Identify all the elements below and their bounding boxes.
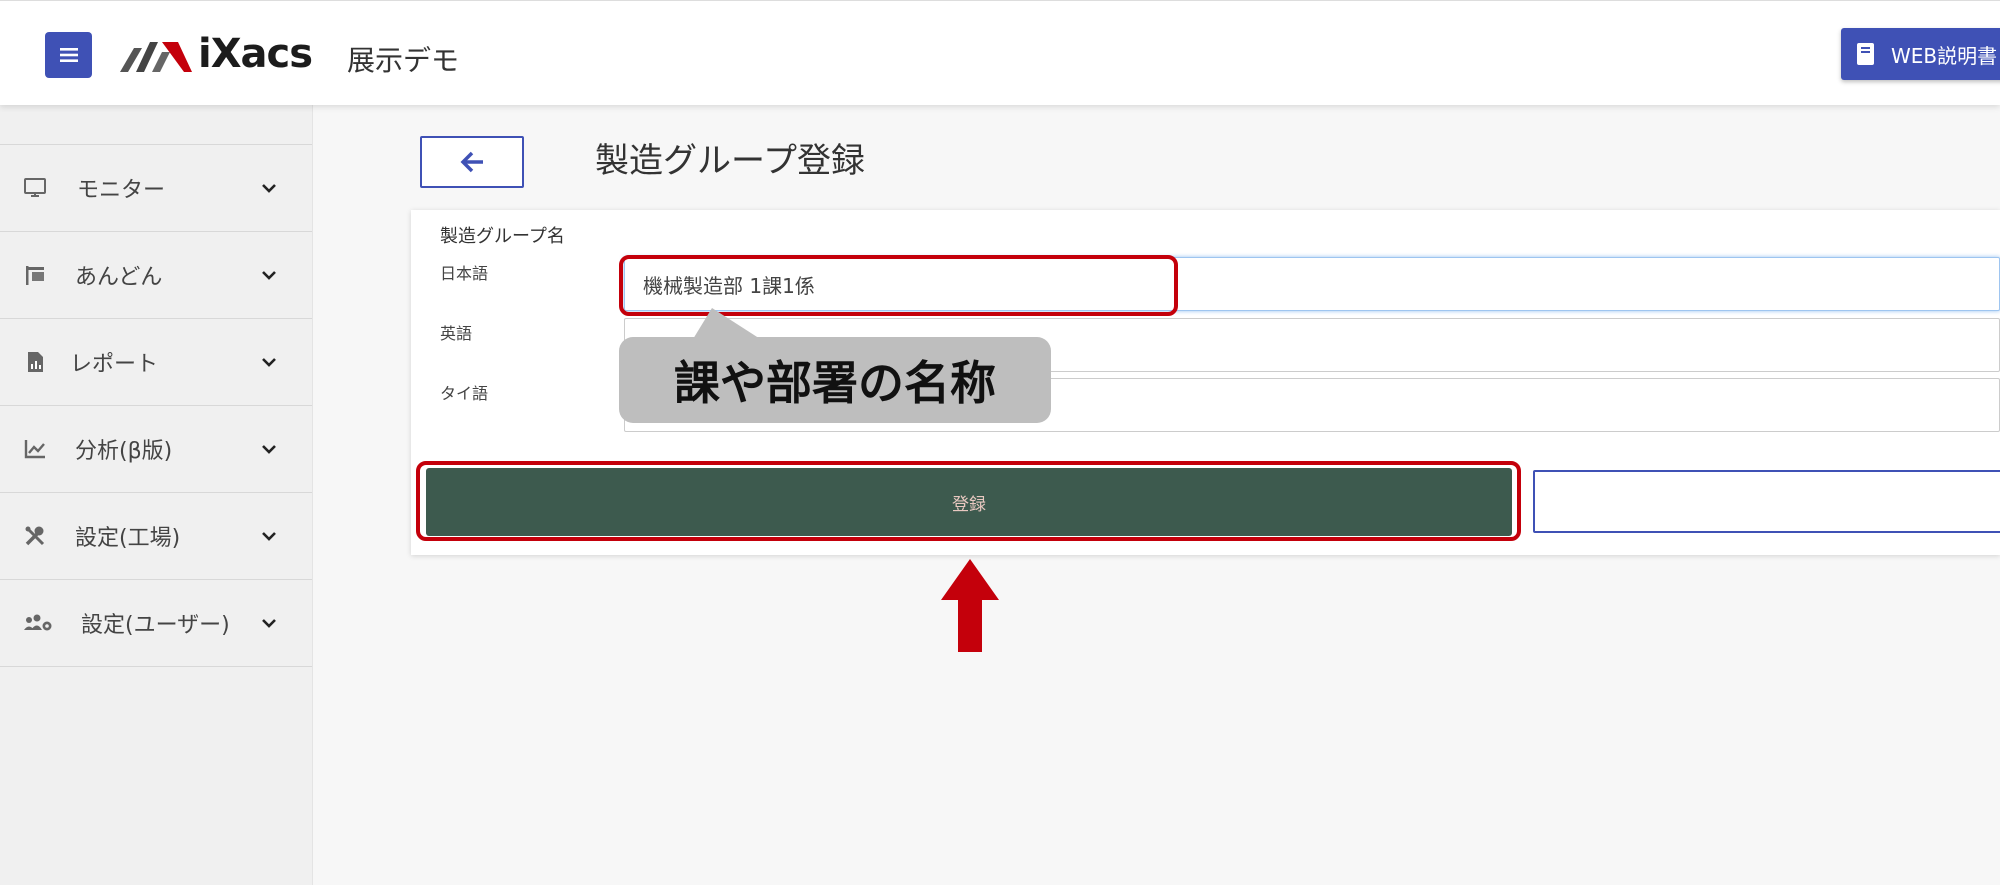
thai-label: タイ語 (440, 384, 489, 403)
sidebar-top-spacer (0, 105, 312, 145)
sidebar-item-label: モニター (77, 178, 166, 203)
app-header: iXacs 展示デモ WEB説明書 (0, 0, 2000, 105)
users-gear-icon (22, 610, 54, 636)
chevron-down-icon (262, 619, 276, 628)
back-button[interactable] (420, 136, 524, 188)
logo-mark-icon (120, 42, 192, 72)
sidebar-item-andon[interactable]: あんどん (0, 232, 312, 319)
sidebar-item-report[interactable]: レポート (0, 319, 312, 406)
chevron-down-icon (262, 184, 276, 193)
page-title: 製造グループ登録 (595, 141, 865, 181)
web-manual-label: WEB説明書 (1891, 43, 1998, 68)
monitor-icon (22, 175, 48, 201)
web-manual-button[interactable]: WEB説明書 (1841, 28, 2000, 80)
sidebar: モニター あんどん レポート 分析(β版) 設定(工場) 設定(ユーザー) (0, 105, 313, 885)
sidebar-item-analysis[interactable]: 分析(β版) (0, 406, 312, 493)
register-button[interactable]: 登録 (426, 468, 1512, 536)
report-icon (22, 349, 48, 375)
ixacs-logo: iXacs (118, 31, 313, 77)
chevron-down-icon (262, 271, 276, 280)
english-label: 英語 (440, 324, 473, 343)
hamburger-icon (59, 48, 78, 62)
sidebar-item-label: 分析(β版) (75, 439, 173, 464)
japanese-name-field[interactable] (624, 257, 2000, 311)
logo-text: iXacs (198, 31, 313, 77)
sidebar-item-user-settings[interactable]: 設定(ユーザー) (0, 580, 312, 667)
sidebar-item-monitor[interactable]: モニター (0, 145, 312, 232)
sidebar-item-label: あんどん (75, 265, 163, 290)
sidebar-item-label: レポート (70, 352, 159, 377)
group-name-label: 製造グループ名 (440, 226, 565, 247)
hamburger-menu-button[interactable] (45, 32, 92, 78)
chart-icon (22, 436, 48, 462)
site-name: 展示デモ (347, 44, 460, 77)
tools-icon (22, 523, 48, 549)
japanese-name-input[interactable] (625, 258, 1999, 310)
sidebar-item-label: 設定(工場) (75, 526, 181, 551)
chevron-down-icon (262, 532, 276, 541)
flag-icon (22, 262, 48, 288)
cancel-button[interactable] (1533, 470, 2000, 533)
arrow-up-icon (941, 559, 999, 652)
chevron-down-icon (262, 445, 276, 454)
sidebar-item-label: 設定(ユーザー) (81, 613, 230, 638)
book-icon (1857, 43, 1874, 65)
sidebar-item-factory-settings[interactable]: 設定(工場) (0, 493, 312, 580)
chevron-down-icon (262, 358, 276, 367)
japanese-label: 日本語 (440, 264, 489, 283)
annotation-callout: 課や部署の名称 (619, 337, 1051, 423)
arrow-left-icon (460, 151, 483, 173)
